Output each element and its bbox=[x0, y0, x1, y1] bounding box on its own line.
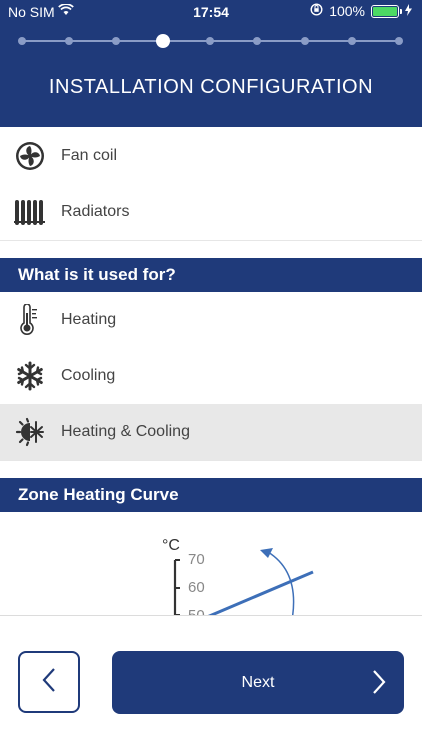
snowflake-icon bbox=[14, 360, 46, 392]
list-item-label: Heating bbox=[61, 311, 117, 328]
section-header-usage: What is it used for? bbox=[0, 258, 422, 292]
curve-unit-label: °C bbox=[162, 537, 180, 554]
progress-stepper bbox=[18, 34, 403, 48]
step-dot bbox=[395, 37, 403, 45]
battery-percent: 100% bbox=[329, 3, 365, 19]
step-dot bbox=[206, 37, 214, 45]
step-dot bbox=[301, 37, 309, 45]
next-button-label: Next bbox=[241, 673, 275, 691]
step-dot bbox=[253, 37, 261, 45]
footer-divider bbox=[0, 615, 422, 616]
sun-snowflake-icon bbox=[14, 416, 46, 448]
list-item-label: Radiators bbox=[61, 203, 130, 220]
list-item-heating[interactable]: Heating bbox=[0, 292, 422, 349]
curve-arrow-head bbox=[260, 548, 273, 558]
curve-tick: 60 bbox=[188, 579, 205, 596]
curve-line bbox=[207, 570, 314, 615]
next-button[interactable]: Next bbox=[112, 651, 404, 714]
list-item-cooling[interactable]: Cooling bbox=[0, 348, 422, 405]
fan-icon bbox=[14, 140, 46, 172]
back-button[interactable] bbox=[18, 651, 80, 713]
charging-icon bbox=[405, 3, 412, 19]
step-dot bbox=[18, 37, 26, 45]
orientation-lock-icon bbox=[310, 3, 323, 19]
curve-tick: 70 bbox=[188, 551, 205, 568]
step-dot bbox=[65, 37, 73, 45]
radiator-icon bbox=[14, 196, 46, 228]
section-title: Zone Heating Curve bbox=[18, 485, 179, 504]
thermometer-icon bbox=[14, 304, 46, 336]
curve-tick: 50 bbox=[188, 607, 205, 615]
header: No SIM 17:54 100% INSTALLATION CONFIGURA… bbox=[0, 0, 422, 127]
step-dot-current bbox=[156, 34, 170, 48]
list-item-label: Cooling bbox=[61, 367, 116, 384]
step-dot bbox=[348, 37, 356, 45]
battery-icon bbox=[371, 4, 402, 18]
heating-curve-preview[interactable]: °C 70 60 50 bbox=[0, 512, 422, 615]
chevron-left-icon bbox=[41, 667, 57, 698]
section-title: What is it used for? bbox=[18, 265, 176, 284]
list-item-fan-coil[interactable]: Fan coil bbox=[0, 128, 422, 185]
list-item-label: Fan coil bbox=[61, 147, 118, 164]
step-dot bbox=[112, 37, 120, 45]
page-title: INSTALLATION CONFIGURATION bbox=[48, 76, 374, 98]
chevron-right-icon bbox=[372, 669, 386, 700]
list-item-label: Heating & Cooling bbox=[61, 423, 190, 440]
list-item-radiators[interactable]: Radiators bbox=[0, 184, 422, 241]
status-bar: No SIM 17:54 100% bbox=[0, 0, 422, 24]
list-item-heating-cooling[interactable]: Heating & Cooling bbox=[0, 404, 422, 461]
section-header-heating-curve: Zone Heating Curve bbox=[0, 478, 422, 512]
